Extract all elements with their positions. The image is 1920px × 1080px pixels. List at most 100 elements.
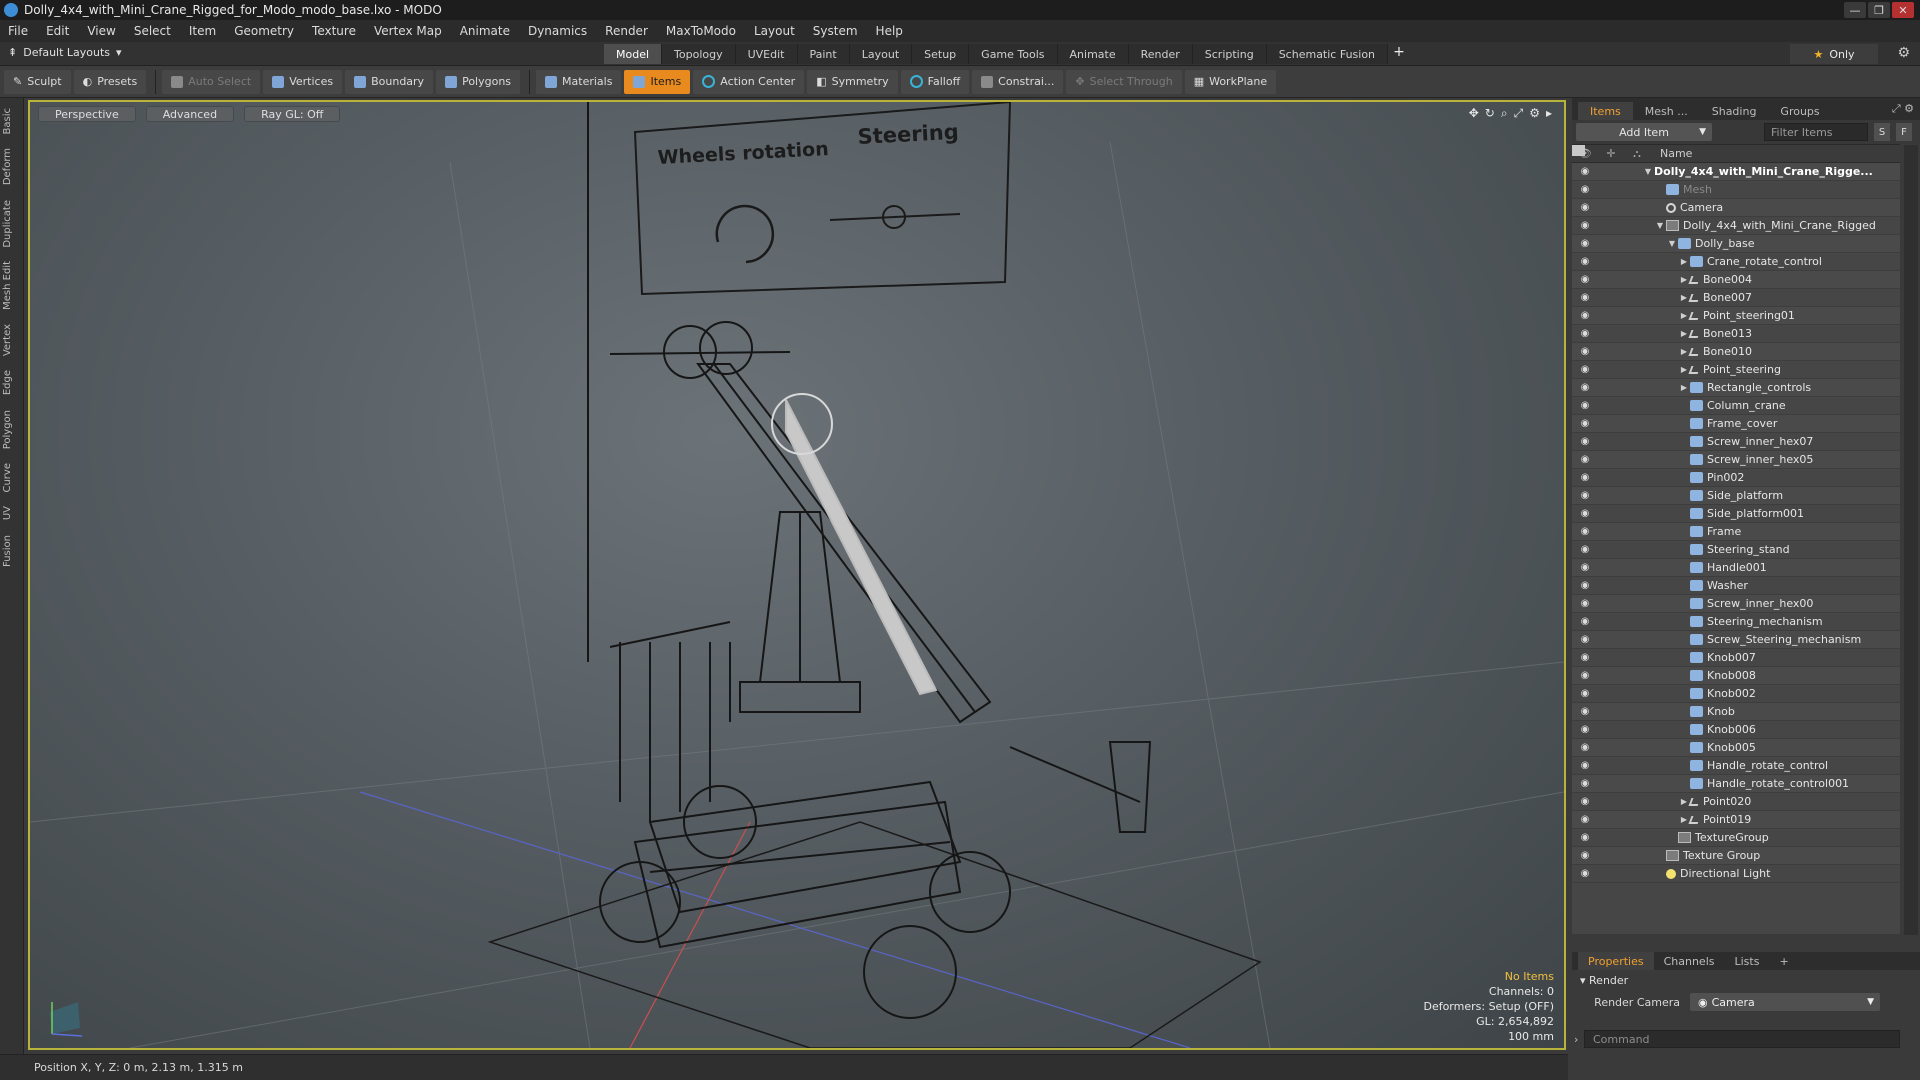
symmetry-button[interactable]: ◧ Symmetry xyxy=(807,69,898,94)
left-tab-deform[interactable]: Deform xyxy=(2,144,22,189)
visibility-eye-icon[interactable]: ◉ xyxy=(1572,580,1598,591)
tree-expander-icon[interactable]: ▶ xyxy=(1678,257,1690,266)
panel-window-icons[interactable]: ⤢ ⚙ xyxy=(1892,102,1914,116)
layout-tab-topology[interactable]: Topology xyxy=(662,44,736,64)
panel-tab-mesh[interactable]: Mesh ... xyxy=(1633,102,1700,120)
layout-tab-animate[interactable]: Animate xyxy=(1057,44,1129,64)
constrain-button[interactable]: Constrai... xyxy=(972,69,1064,94)
minimize-button[interactable]: — xyxy=(1844,2,1866,18)
panel-tab-items[interactable]: Items xyxy=(1578,102,1633,120)
layout-tab-layout[interactable]: Layout xyxy=(849,44,913,64)
tree-row[interactable]: ◉ Screw_inner_hex05 xyxy=(1572,451,1900,469)
s-filter-button[interactable]: S xyxy=(1874,123,1890,141)
tree-row[interactable]: ◉ ▶ Crane_rotate_control xyxy=(1572,253,1900,271)
tree-row[interactable]: ◉ Steering_mechanism xyxy=(1572,613,1900,631)
only-toggle-button[interactable]: ★ Only xyxy=(1790,44,1878,64)
polygons-button[interactable]: Polygons xyxy=(436,69,521,94)
menu-view[interactable]: View xyxy=(87,24,115,38)
tree-expander-icon[interactable]: ▼ xyxy=(1642,167,1654,176)
layout-tab-uvedit[interactable]: UVEdit xyxy=(735,44,798,64)
left-tab-duplicate[interactable]: Duplicate xyxy=(2,196,22,252)
menu-maxtomodo[interactable]: MaxToModo xyxy=(666,24,736,38)
visibility-eye-icon[interactable]: ◉ xyxy=(1572,436,1598,447)
visibility-eye-icon[interactable]: ◉ xyxy=(1572,382,1598,393)
tree-row[interactable]: ◉ Knob006 xyxy=(1572,721,1900,739)
visibility-eye-icon[interactable]: ◉ xyxy=(1572,724,1598,735)
tree-row[interactable]: ◉ Frame xyxy=(1572,523,1900,541)
layout-tab-setup[interactable]: Setup xyxy=(912,44,970,64)
view-mode-dropdown[interactable]: Perspective xyxy=(38,106,136,122)
tree-row[interactable]: ◉ ▶ Point_steering xyxy=(1572,361,1900,379)
visibility-eye-icon[interactable]: ◉ xyxy=(1572,688,1598,699)
tree-row[interactable]: ◉ Handle001 xyxy=(1572,559,1900,577)
visibility-eye-icon[interactable]: ◉ xyxy=(1572,850,1598,861)
visibility-eye-icon[interactable]: ◉ xyxy=(1572,652,1598,663)
visibility-eye-icon[interactable]: ◉ xyxy=(1572,274,1598,285)
visibility-eye-icon[interactable]: ◉ xyxy=(1572,310,1598,321)
filter-items-input[interactable]: Filter Items xyxy=(1764,123,1868,141)
tree-row[interactable]: ◉ Handle_rotate_control xyxy=(1572,757,1900,775)
tree-expander-icon[interactable]: ▶ xyxy=(1678,383,1690,392)
menu-geometry[interactable]: Geometry xyxy=(234,24,294,38)
visibility-eye-icon[interactable]: ◉ xyxy=(1572,634,1598,645)
menu-animate[interactable]: Animate xyxy=(460,24,510,38)
tree-row[interactable]: ◉ Washer xyxy=(1572,577,1900,595)
viewport-gear-icon[interactable]: ⚙ xyxy=(1529,106,1540,121)
visibility-eye-icon[interactable]: ◉ xyxy=(1572,778,1598,789)
tree-scrollbar[interactable] xyxy=(1904,145,1918,935)
visibility-eye-icon[interactable]: ◉ xyxy=(1572,670,1598,681)
properties-tab-channels[interactable]: Channels xyxy=(1654,952,1725,970)
visibility-eye-icon[interactable]: ◉ xyxy=(1572,706,1598,717)
visibility-eye-icon[interactable]: ◉ xyxy=(1572,490,1598,501)
tree-row[interactable]: ◉ ▼ Dolly_4x4_with_Mini_Crane_Rigge... xyxy=(1572,145,1900,181)
left-tab-basic[interactable]: Basic xyxy=(2,104,22,138)
tree-row[interactable]: ◉ ▶ Point019 xyxy=(1572,811,1900,829)
layout-tab-model[interactable]: Model xyxy=(604,44,663,64)
visibility-eye-icon[interactable]: ◉ xyxy=(1572,364,1598,375)
tree-row[interactable]: ◉ Pin002 xyxy=(1572,469,1900,487)
vertices-button[interactable]: Vertices xyxy=(263,69,343,94)
viewport-scene[interactable]: Wheels rotation Steering xyxy=(30,102,1564,1048)
auto-select-button[interactable]: Auto Select xyxy=(162,69,261,94)
visibility-eye-icon[interactable]: ◉ xyxy=(1572,328,1598,339)
maximize-button[interactable]: ❐ xyxy=(1868,2,1890,18)
tree-expander-icon[interactable]: ▼ xyxy=(1654,221,1666,230)
visibility-eye-icon[interactable]: ◉ xyxy=(1572,166,1598,177)
pan-icon[interactable]: ✥ xyxy=(1469,106,1479,121)
tree-row[interactable]: ◉ Handle_rotate_control001 xyxy=(1572,775,1900,793)
properties-tab-properties[interactable]: Properties xyxy=(1578,952,1654,970)
tree-row[interactable]: ◉ ▶ Rectangle_controls xyxy=(1572,379,1900,397)
tree-row[interactable]: ◉ ▶ Bone013 xyxy=(1572,325,1900,343)
presets-button[interactable]: ◐ Presets xyxy=(73,69,147,94)
menu-edit[interactable]: Edit xyxy=(46,24,69,38)
tree-row[interactable]: ◉ ▶ Bone007 xyxy=(1572,289,1900,307)
panel-tab-shading[interactable]: Shading xyxy=(1700,102,1769,120)
orbit-icon[interactable]: ↻ xyxy=(1485,106,1495,121)
tree-row[interactable]: ◉ Screw_inner_hex07 xyxy=(1572,433,1900,451)
command-input[interactable]: Command xyxy=(1584,1030,1900,1048)
tree-row[interactable]: ◉ ▶ Point020 xyxy=(1572,793,1900,811)
item-tree[interactable]: 👁 ✛ ⛬ Name ◉ ▼ Dolly_4x4_with_Mini_Crane_R… xyxy=(1572,144,1918,935)
left-tab-vertex[interactable]: Vertex xyxy=(2,320,22,360)
menu-file[interactable]: File xyxy=(8,24,28,38)
lock-column-icon[interactable]: ✛ xyxy=(1598,147,1624,160)
visibility-eye-icon[interactable]: ◉ xyxy=(1572,562,1598,573)
tree-row[interactable]: ◉ Directional Light xyxy=(1572,865,1900,883)
tree-row[interactable]: ◉ Steering_stand xyxy=(1572,541,1900,559)
gear-icon[interactable]: ⚙ xyxy=(1897,45,1910,61)
left-tab-fusion[interactable]: Fusion xyxy=(2,531,22,571)
visibility-eye-icon[interactable]: ◉ xyxy=(1572,256,1598,267)
tree-row[interactable]: ◉ Knob002 xyxy=(1572,685,1900,703)
menu-help[interactable]: Help xyxy=(876,24,903,38)
left-tab-mesh-edit[interactable]: Mesh Edit xyxy=(2,257,22,314)
boundary-button[interactable]: Boundary xyxy=(345,69,434,94)
close-button[interactable]: ✕ xyxy=(1892,2,1914,18)
name-column-header[interactable]: Name xyxy=(1660,147,1692,160)
action-center-button[interactable]: Action Center xyxy=(693,69,805,94)
falloff-button[interactable]: Falloff xyxy=(900,69,970,94)
layout-tab-game-tools[interactable]: Game Tools xyxy=(969,44,1058,64)
visibility-eye-icon[interactable]: ◉ xyxy=(1572,742,1598,753)
visibility-eye-icon[interactable]: ◉ xyxy=(1572,508,1598,519)
visibility-eye-icon[interactable]: ◉ xyxy=(1572,868,1598,879)
properties-tab-lists[interactable]: Lists xyxy=(1725,952,1770,970)
